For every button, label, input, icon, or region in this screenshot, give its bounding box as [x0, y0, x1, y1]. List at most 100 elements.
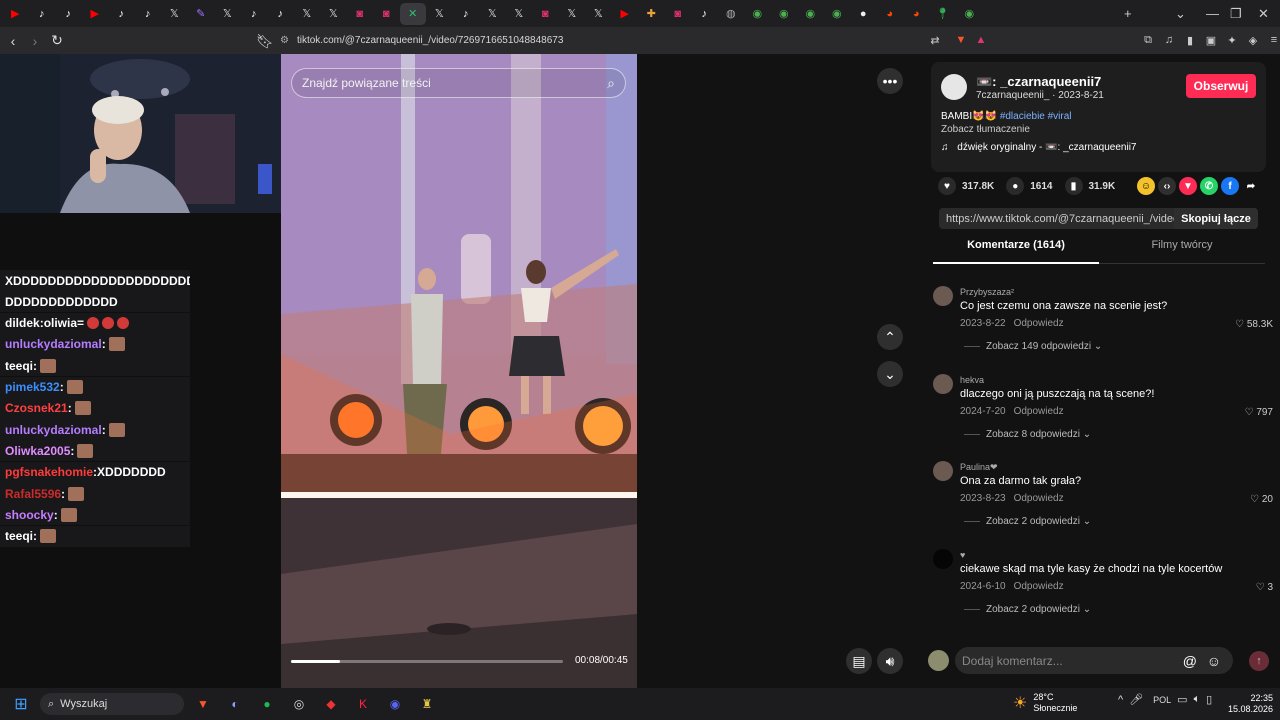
kick-icon[interactable]: K — [352, 693, 374, 715]
tab-creator-videos[interactable]: Filmy twórcy — [1099, 239, 1265, 264]
browser-tab-reddit[interactable]: ◕ — [903, 3, 930, 25]
comment-username[interactable]: Przybyszaza² — [960, 287, 1014, 297]
hashtags[interactable]: #dlaciebie #viral — [1000, 111, 1072, 122]
network-icon[interactable]: ▭ — [1177, 693, 1187, 706]
browser-tab-instagram[interactable]: ◙ — [347, 3, 374, 25]
forward-icon[interactable]: › — [24, 30, 46, 52]
chat-username[interactable]: XDDDDDDDDDDDDDDDDDDDDDDD — [5, 274, 190, 288]
reply-button[interactable]: Odpowiedz — [1014, 581, 1064, 592]
video-progress-bar[interactable] — [291, 660, 563, 663]
browser-tab-instagram[interactable]: ◙ — [665, 3, 692, 25]
browser-tab-x[interactable]: 𝕏 — [214, 3, 241, 25]
chat-username[interactable]: dildek — [5, 316, 40, 330]
music-row[interactable]: ♫ dźwięk oryginalny - 📼: _czarnaqueenii7 — [941, 142, 1137, 153]
browser-tab-tiktok[interactable]: ♪ — [55, 3, 82, 25]
browser-tab-tiktok[interactable]: ♪ — [241, 3, 268, 25]
video-player[interactable]: Znajdź powiązane treści ⌕ 00:08/00:45 — [281, 54, 637, 688]
chat-username[interactable]: Oliwka2005 — [5, 444, 70, 458]
comment-avatar[interactable] — [933, 461, 953, 481]
comment-likes[interactable]: ♡ 797 — [1245, 407, 1273, 418]
browser-tab-x[interactable]: 𝕏 — [506, 3, 533, 25]
chat-username[interactable]: DDDDDDDDDDDDD — [5, 295, 118, 309]
browser-tab-globe[interactable]: ◍ — [718, 3, 745, 25]
view-replies-button[interactable]: Zobacz 2 odpowiedzi ⌄ — [964, 604, 1091, 615]
reply-button[interactable]: Odpowiedz — [1014, 318, 1064, 329]
video-search-input[interactable]: Znajdź powiązane treści ⌕ — [291, 68, 626, 98]
obs-icon[interactable]: ◎ — [288, 693, 310, 715]
browser-tab-instagram[interactable]: ◙ — [373, 3, 400, 25]
comment-username[interactable]: Paulina❤ — [960, 462, 998, 473]
new-tab-button[interactable]: + — [1124, 0, 1132, 27]
chat-username[interactable]: shoocky — [5, 508, 54, 522]
browser-tab-instagram[interactable]: ◙ — [532, 3, 559, 25]
clip-icon[interactable]: ▤ — [846, 648, 872, 674]
bookmark-icon[interactable]: 🔖︎ — [254, 30, 276, 52]
comment-avatar[interactable] — [933, 549, 953, 569]
view-replies-button[interactable]: Zobacz 149 odpowiedzi ⌄ — [964, 341, 1102, 352]
translate-icon[interactable]: ⇄ — [925, 30, 945, 50]
chat-username[interactable]: pimek532 — [5, 380, 60, 394]
tray-chevron-icon[interactable]: ^ — [1118, 694, 1123, 706]
browser-tab-circle[interactable]: ● — [850, 3, 877, 25]
browser-tab-tiktok[interactable]: ♪ — [29, 3, 56, 25]
chat-username[interactable]: Czosnek21 — [5, 401, 68, 415]
browser-tab-x[interactable]: 𝕏 — [320, 3, 347, 25]
back-icon[interactable]: ‹ — [2, 30, 24, 52]
reply-button[interactable]: Odpowiedz — [1014, 493, 1064, 504]
battery-icon[interactable]: ▯ — [1206, 693, 1212, 706]
comment-input[interactable]: Dodaj komentarz... @ ☺ — [955, 647, 1233, 674]
post-comment-button[interactable]: ↑ — [1249, 651, 1269, 671]
browser-tab-x[interactable]: 𝕏 — [161, 3, 188, 25]
avatar[interactable] — [941, 74, 967, 100]
view-replies-button[interactable]: Zobacz 2 odpowiedzi ⌄ — [964, 516, 1091, 527]
leo-icon[interactable]: ✦ — [1222, 30, 1242, 50]
chat-username[interactable]: pgfsnakehomie — [5, 465, 93, 479]
previous-video-button[interactable]: ⌃ — [877, 324, 903, 350]
app-icon[interactable]: ◆ — [320, 693, 342, 715]
clock[interactable]: 22:35 15.08.2026 — [1228, 693, 1273, 715]
wallet-icon[interactable]: ▣ — [1201, 30, 1221, 50]
mention-icon[interactable]: @ — [1183, 653, 1197, 669]
browser-tab-chrome[interactable]: ◉ — [771, 3, 798, 25]
embed-icon[interactable]: ‹› — [1158, 177, 1176, 195]
next-video-button[interactable]: ⌄ — [877, 361, 903, 387]
like-icon[interactable]: ♥ — [938, 177, 956, 195]
browser-tab-tiktok[interactable]: ♪ — [135, 3, 162, 25]
sidebar-icon[interactable]: ▮ — [1180, 30, 1200, 50]
chat-username[interactable]: unluckydaziomal — [5, 337, 102, 351]
browser-tab-chrome[interactable]: ◉ — [824, 3, 851, 25]
browser-tab-reddit[interactable]: ◕ — [877, 3, 904, 25]
reply-button[interactable]: Odpowiedz — [1014, 406, 1064, 417]
browser-tab-chrome[interactable]: ◉ — [797, 3, 824, 25]
send-icon[interactable]: ▼ — [1179, 177, 1197, 195]
menu-icon[interactable]: ≡ — [1264, 30, 1280, 50]
comment-likes[interactable]: ♡ 20 — [1250, 494, 1273, 505]
chat-username[interactable]: teeqi — [5, 359, 33, 373]
view-replies-button[interactable]: Zobacz 8 odpowiedzi ⌄ — [964, 429, 1091, 440]
tab-comments[interactable]: Komentarze (1614) — [933, 239, 1099, 264]
translate-link[interactable]: Zobacz tłumaczenie — [941, 124, 1030, 135]
post-username[interactable]: 📼: _czarnaqueenii7 — [976, 74, 1101, 90]
maximize-icon[interactable]: ❐ — [1230, 0, 1242, 27]
close-window-icon[interactable]: ✕ — [1258, 0, 1269, 27]
comment-username[interactable]: hekva — [960, 375, 984, 385]
speaker-icon[interactable]: 🔈︎ — [1194, 693, 1201, 706]
browser-tab-youtube[interactable]: ▶ — [82, 3, 109, 25]
volume-icon[interactable]: 🔊︎ — [877, 648, 903, 674]
chat-username[interactable]: teeqi — [5, 529, 33, 543]
browser-tab-tiktok[interactable]: ♪ — [691, 3, 718, 25]
url-field[interactable]: ⚙ tiktok.com/@7czarnaqueenii_/video/7269… — [280, 30, 1000, 51]
browser-tab-x[interactable]: 𝕏 — [294, 3, 321, 25]
steam-icon[interactable]: ◐ — [224, 693, 246, 715]
browser-tab-youtube[interactable]: ▶ — [612, 3, 639, 25]
browser-tab-flashcard[interactable]: ✕ — [399, 2, 426, 25]
minimize-icon[interactable]: — — [1206, 0, 1219, 27]
comment-icon[interactable]: ● — [1006, 177, 1025, 195]
browser-tab-tiktok[interactable]: ♪ — [267, 3, 294, 25]
tab-search-icon[interactable]: ⌄ — [1175, 0, 1186, 27]
browser-tab-youtube[interactable]: ▶ — [2, 3, 29, 25]
share-link[interactable]: https://www.tiktok.com/@7czarnaqueenii_/… — [946, 213, 1197, 225]
chat-username[interactable]: Rafal5596 — [5, 487, 61, 501]
language-indicator[interactable]: POL — [1153, 695, 1171, 705]
comment-likes[interactable]: ♡ 3 — [1256, 582, 1273, 593]
